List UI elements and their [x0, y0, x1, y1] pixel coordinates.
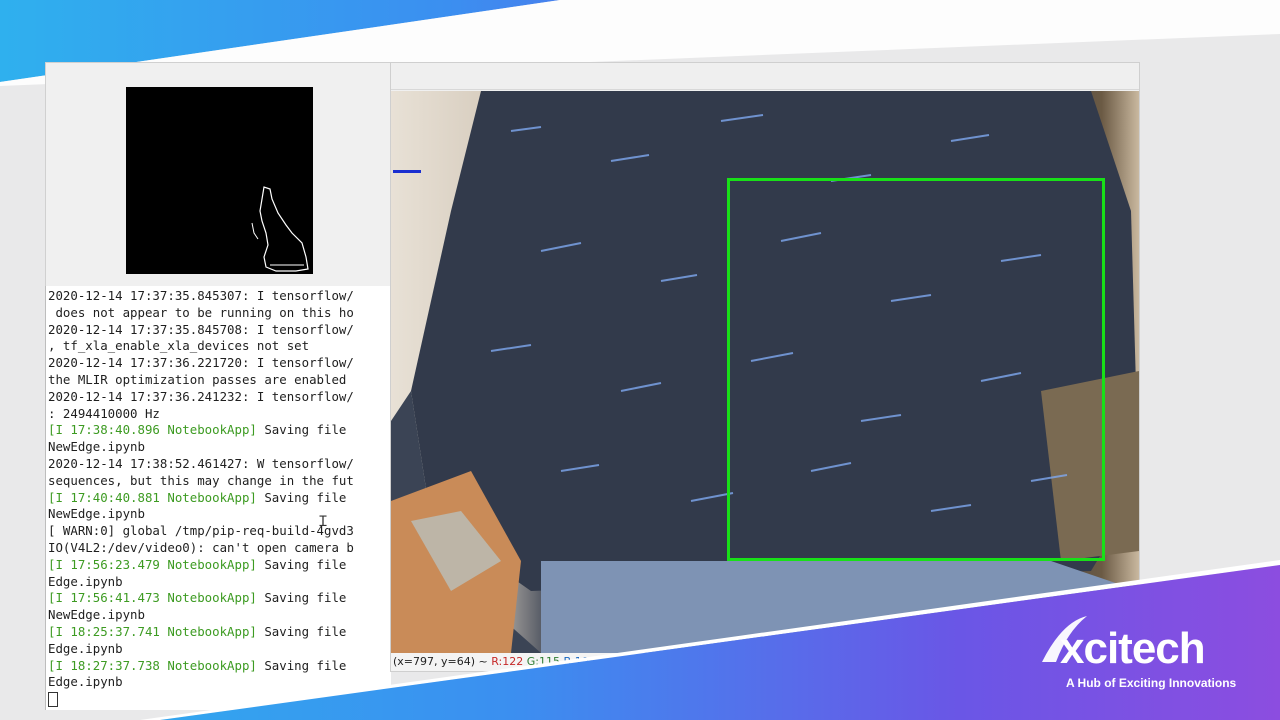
terminal-line-text: [ WARN:0] global /tmp/pip-req-build-4gvd… — [48, 523, 354, 539]
terminal-line: [I 17:38:40.896 NotebookApp] Saving file — [48, 422, 391, 439]
edge-contour-graphic — [251, 186, 309, 272]
terminal-line-text: Edge.ipynb — [48, 640, 123, 656]
terminal-line: 2020-12-14 17:37:36.241232: I tensorflow… — [48, 389, 391, 406]
terminal-line-text: NewEdge.ipynb — [48, 506, 145, 522]
terminal-line-text: : 2494410000 Hz — [48, 405, 160, 421]
terminal-log-prefix: [I 18:27:37.738 NotebookApp] — [48, 657, 257, 673]
terminal-line: the MLIR optimization passes are enabled — [48, 372, 391, 389]
terminal-log-prefix: [I 18:25:37.741 NotebookApp] — [48, 623, 257, 639]
terminal-line: NewEdge.ipynb — [48, 506, 391, 523]
terminal-line-text: 2020-12-14 17:37:36.221720: I tensorflow… — [48, 355, 354, 371]
terminal-line-text: Saving file — [256, 657, 347, 673]
edge-output-canvas — [126, 87, 313, 274]
text-cursor-icon: Ｉ — [316, 514, 330, 530]
terminal-line-text: 2020-12-14 17:38:52.461427: W tensorflow… — [48, 455, 354, 471]
terminal-line-text: Saving file — [256, 422, 347, 438]
terminal-line: : 2494410000 Hz — [48, 406, 391, 423]
terminal-line-text: Saving file — [256, 590, 347, 606]
terminal-line: 2020-12-14 17:38:52.461427: W tensorflow… — [48, 456, 391, 473]
terminal-line: , tf_xla_enable_xla_devices not set — [48, 338, 391, 355]
terminal-line-text: Saving file — [256, 623, 347, 639]
terminal-cursor-icon — [48, 692, 58, 708]
terminal-line: does not appear to be running on this ho — [48, 305, 391, 322]
terminal-line-text: the MLIR optimization passes are enabled — [48, 371, 347, 387]
terminal-line-text: NewEdge.ipynb — [48, 607, 145, 623]
terminal-line: [I 17:40:40.881 NotebookApp] Saving file — [48, 490, 391, 507]
terminal-log-prefix: [I 17:56:23.479 NotebookApp] — [48, 556, 257, 572]
terminal-line-text: Saving file — [256, 489, 347, 505]
terminal-line-text: IO(V4L2:/dev/video0): can't open camera … — [48, 539, 354, 555]
terminal-line: NewEdge.ipynb — [48, 439, 391, 456]
terminal-line: Edge.ipynb — [48, 574, 391, 591]
terminal-line-text: , tf_xla_enable_xla_devices not set — [48, 338, 310, 354]
status-coords: (x=797, y=64) ~ — [393, 655, 488, 668]
blue-marker — [393, 170, 421, 173]
terminal-line-text: 2020-12-14 17:37:36.241232: I tensorflow… — [48, 388, 354, 404]
terminal-line: 2020-12-14 17:37:35.845708: I tensorflow… — [48, 322, 391, 339]
terminal-line: NewEdge.ipynb — [48, 607, 391, 624]
camera-window[interactable]: (x=797, y=64) ~ R:122 G:115 B:104 — [390, 62, 1140, 672]
terminal-line: sequences, but this may change in the fu… — [48, 473, 391, 490]
terminal-line: 2020-12-14 17:37:36.221720: I tensorflow… — [48, 355, 391, 372]
terminal-line: [I 18:27:37.738 NotebookApp] Saving file — [48, 658, 391, 675]
terminal-line: 2020-12-14 17:37:35.845307: I tensorflow… — [48, 288, 391, 305]
jupyter-terminal[interactable]: 2020-12-14 17:37:35.845307: I tensorflow… — [45, 286, 391, 710]
terminal-line-text: does not appear to be running on this ho — [48, 304, 354, 320]
terminal-line-text: 2020-12-14 17:37:35.845307: I tensorflow… — [48, 288, 354, 303]
detection-bounding-box — [727, 178, 1105, 561]
edge-output-window — [45, 62, 393, 290]
terminal-line: Edge.ipynb — [48, 674, 391, 691]
logo-tagline: A Hub of Exciting Innovations — [1066, 676, 1237, 690]
status-red: R:122 — [491, 655, 524, 668]
terminal-log-prefix: [I 17:56:41.473 NotebookApp] — [48, 590, 257, 606]
terminal-line: [ WARN:0] global /tmp/pip-req-build-4gvd… — [48, 523, 391, 540]
terminal-line-text: Edge.ipynb — [48, 674, 123, 690]
camera-titlebar[interactable] — [391, 63, 1139, 90]
terminal-line: Edge.ipynb — [48, 641, 391, 658]
terminal-line-text: 2020-12-14 17:37:35.845708: I tensorflow… — [48, 321, 354, 337]
terminal-log-prefix: [I 17:38:40.896 NotebookApp] — [48, 422, 257, 438]
logo-wordmark: xcitech — [1060, 624, 1206, 673]
terminal-log-prefix: [I 17:40:40.881 NotebookApp] — [48, 489, 257, 505]
camera-feed — [391, 91, 1139, 653]
terminal-line-text: Saving file — [256, 556, 347, 572]
terminal-line: IO(V4L2:/dev/video0): can't open camera … — [48, 540, 391, 557]
terminal-line-text: NewEdge.ipynb — [48, 439, 145, 455]
terminal-line: [I 17:56:23.479 NotebookApp] Saving file — [48, 557, 391, 574]
terminal-line: [I 17:56:41.473 NotebookApp] Saving file — [48, 590, 391, 607]
terminal-line-text: sequences, but this may change in the fu… — [48, 472, 354, 488]
terminal-output: 2020-12-14 17:37:35.845307: I tensorflow… — [46, 286, 391, 708]
terminal-line-text: Edge.ipynb — [48, 573, 123, 589]
terminal-line: [I 18:25:37.741 NotebookApp] Saving file — [48, 624, 391, 641]
xcitech-logo: xcitech A Hub of Exciting Innovations — [1040, 616, 1260, 700]
